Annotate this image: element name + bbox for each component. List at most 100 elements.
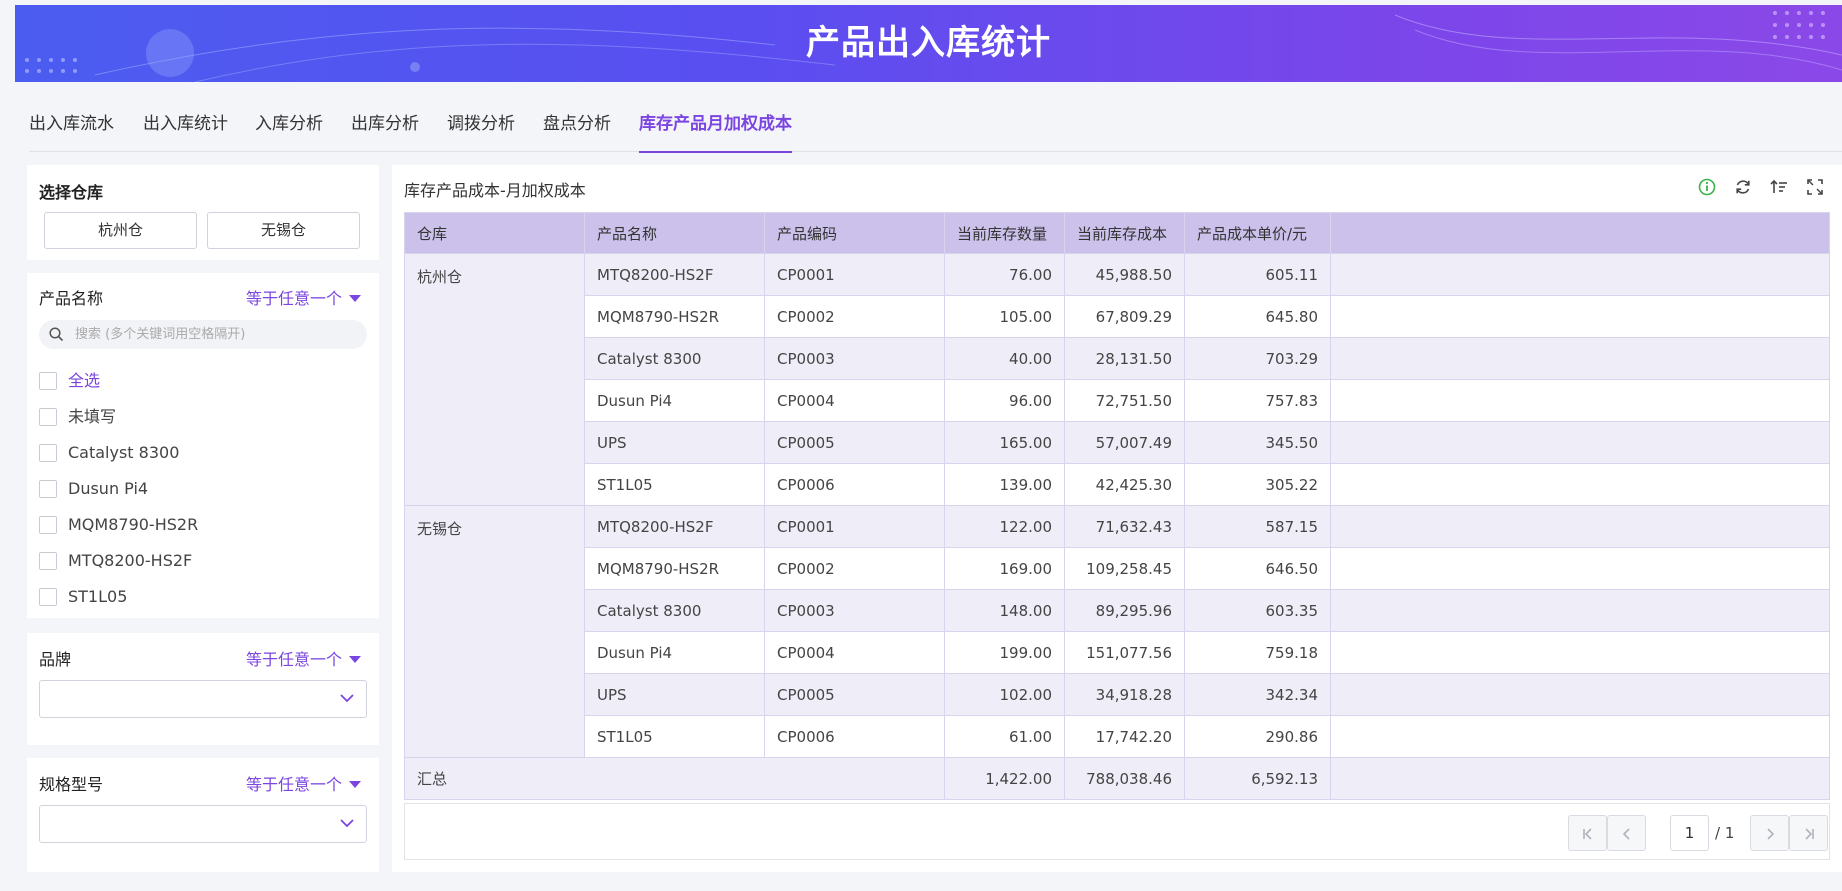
info-icon[interactable]: [1697, 177, 1717, 197]
warehouse-filter-title: 选择仓库: [39, 183, 104, 202]
warehouse-button-wuxi[interactable]: 无锡仓: [207, 212, 360, 249]
product-search-input[interactable]: [73, 320, 358, 349]
tab-stocktake-analysis[interactable]: 盘点分析: [543, 110, 611, 152]
product-code-cell: CP0001: [764, 505, 945, 548]
filler-cell: [1330, 337, 1830, 380]
product-filter-mode[interactable]: 等于任意一个: [246, 285, 361, 309]
tab-inbound-analysis[interactable]: 入库分析: [255, 110, 323, 152]
unit-cost-cell: 290.86: [1184, 715, 1331, 758]
product-code-cell: CP0002: [764, 295, 945, 338]
stock-cost-cell: 67,809.29: [1064, 295, 1185, 338]
unit-cost-cell: 759.18: [1184, 631, 1331, 674]
product-option-label: ST1L05: [68, 587, 128, 606]
chevron-right-icon: [1767, 828, 1775, 840]
tab-inout-flow[interactable]: 出入库流水: [29, 110, 114, 152]
stock-cost-cell: 72,751.50: [1064, 379, 1185, 422]
brand-filter-card: 品牌 等于任意一个: [27, 633, 379, 745]
chevron-down-icon: [340, 694, 354, 703]
filler-cell: [1330, 715, 1830, 758]
brand-filter-mode-label: 等于任意一个: [245, 650, 342, 669]
table-row: 杭州仓 MTQ8200-HS2F CP0001 76.00 45,988.50 …: [404, 253, 1830, 506]
stock-cost-cell: 71,632.43: [1064, 505, 1185, 548]
column-header-stock-cost[interactable]: 当前库存成本: [1064, 212, 1185, 254]
product-option-label: 未填写: [68, 407, 117, 426]
filler-cell: [1330, 757, 1830, 800]
product-code-cell: CP0003: [764, 589, 945, 632]
table-row: ST1L05 CP0006 139.00 42,425.30 305.22: [405, 463, 1830, 506]
product-name-cell: MQM8790-HS2R: [584, 547, 765, 590]
stock-qty-cell: 165.00: [944, 421, 1065, 464]
product-code-cell: CP0004: [764, 379, 945, 422]
last-page-button[interactable]: [1789, 815, 1828, 851]
tab-transfer-analysis[interactable]: 调拨分析: [447, 110, 515, 152]
checkbox[interactable]: [39, 516, 57, 534]
unit-cost-cell: 605.11: [1184, 253, 1331, 296]
table-row: UPS CP0005 102.00 34,918.28 342.34: [405, 673, 1830, 716]
stock-qty-cell: 169.00: [944, 547, 1065, 590]
column-header-product-name[interactable]: 产品名称: [584, 212, 765, 254]
prev-page-button[interactable]: [1607, 815, 1646, 851]
stock-qty-cell: 61.00: [944, 715, 1065, 758]
first-page-button[interactable]: [1568, 815, 1607, 851]
brand-filter-mode[interactable]: 等于任意一个: [246, 646, 361, 670]
column-header-unit-cost[interactable]: 产品成本单价/元: [1184, 212, 1331, 254]
unit-cost-cell: 703.29: [1184, 337, 1331, 380]
warehouse-filter-card: 选择仓库 杭州仓 无锡仓: [27, 165, 379, 260]
stock-qty-cell: 122.00: [944, 505, 1065, 548]
checkbox[interactable]: [39, 588, 57, 606]
checkbox[interactable]: [39, 444, 57, 462]
stock-cost-cell: 151,077.56: [1064, 631, 1185, 674]
column-header-stock-qty[interactable]: 当前库存数量: [944, 212, 1065, 254]
page-title: 产品出入库统计: [806, 23, 1051, 63]
table-row: Catalyst 8300 CP0003 40.00 28,131.50 703…: [405, 337, 1830, 380]
brand-filter-title: 品牌: [39, 650, 72, 669]
spec-select[interactable]: [39, 805, 367, 843]
filler-cell: [1330, 253, 1830, 296]
next-page-button[interactable]: [1750, 815, 1789, 851]
tab-inout-stats[interactable]: 出入库统计: [143, 110, 228, 152]
fullscreen-icon[interactable]: [1805, 177, 1825, 197]
product-name-cell: MTQ8200-HS2F: [584, 253, 765, 296]
checkbox[interactable]: [39, 480, 57, 498]
checkbox[interactable]: [39, 552, 57, 570]
first-page-icon: [1583, 828, 1592, 840]
page-number-input[interactable]: [1670, 815, 1709, 851]
brand-select[interactable]: [39, 680, 367, 718]
triangle-down-icon: [349, 295, 361, 302]
unit-cost-cell: 305.22: [1184, 463, 1331, 506]
warehouse-button-hangzhou[interactable]: 杭州仓: [44, 212, 197, 249]
warehouse-cell: 杭州仓: [404, 253, 585, 506]
table-title: 库存产品成本-月加权成本: [404, 181, 586, 200]
unit-cost-cell: 342.34: [1184, 673, 1331, 716]
column-header-warehouse[interactable]: 仓库: [404, 212, 585, 254]
refresh-icon[interactable]: [1733, 177, 1753, 197]
product-code-cell: CP0005: [764, 673, 945, 716]
tab-monthly-weighted-cost[interactable]: 库存产品月加权成本: [639, 110, 792, 153]
tab-outbound-analysis[interactable]: 出库分析: [351, 110, 419, 152]
product-code-cell: CP0004: [764, 631, 945, 674]
product-option-label: MQM8790-HS2R: [68, 515, 199, 534]
spec-filter-title: 规格型号: [39, 775, 104, 794]
product-name-cell: Dusun Pi4: [584, 379, 765, 422]
table-row: 无锡仓 MTQ8200-HS2F CP0001 122.00 71,632.43…: [404, 505, 1830, 758]
sort-icon[interactable]: [1769, 177, 1789, 197]
total-cost-cell: 788,038.46: [1064, 757, 1185, 800]
checkbox[interactable]: [39, 372, 57, 390]
column-header-product-code[interactable]: 产品编码: [764, 212, 945, 254]
spec-filter-mode[interactable]: 等于任意一个: [246, 771, 361, 795]
stock-qty-cell: 105.00: [944, 295, 1065, 338]
stock-qty-cell: 40.00: [944, 337, 1065, 380]
column-header-filler: [1330, 212, 1830, 254]
unit-cost-cell: 645.80: [1184, 295, 1331, 338]
filler-cell: [1330, 547, 1830, 590]
stock-cost-cell: 45,988.50: [1064, 253, 1185, 296]
stock-cost-cell: 89,295.96: [1064, 589, 1185, 632]
table-row: Dusun Pi4 CP0004 199.00 151,077.56 759.1…: [405, 631, 1830, 674]
product-code-cell: CP0002: [764, 547, 945, 590]
checkbox[interactable]: [39, 408, 57, 426]
pagination: / 1: [404, 803, 1830, 860]
unit-cost-cell: 345.50: [1184, 421, 1331, 464]
filler-cell: [1330, 421, 1830, 464]
cost-table: 仓库 产品名称 产品编码 当前库存数量 当前库存成本 产品成本单价/元 杭州仓 …: [404, 212, 1830, 800]
product-name-cell: MQM8790-HS2R: [584, 295, 765, 338]
